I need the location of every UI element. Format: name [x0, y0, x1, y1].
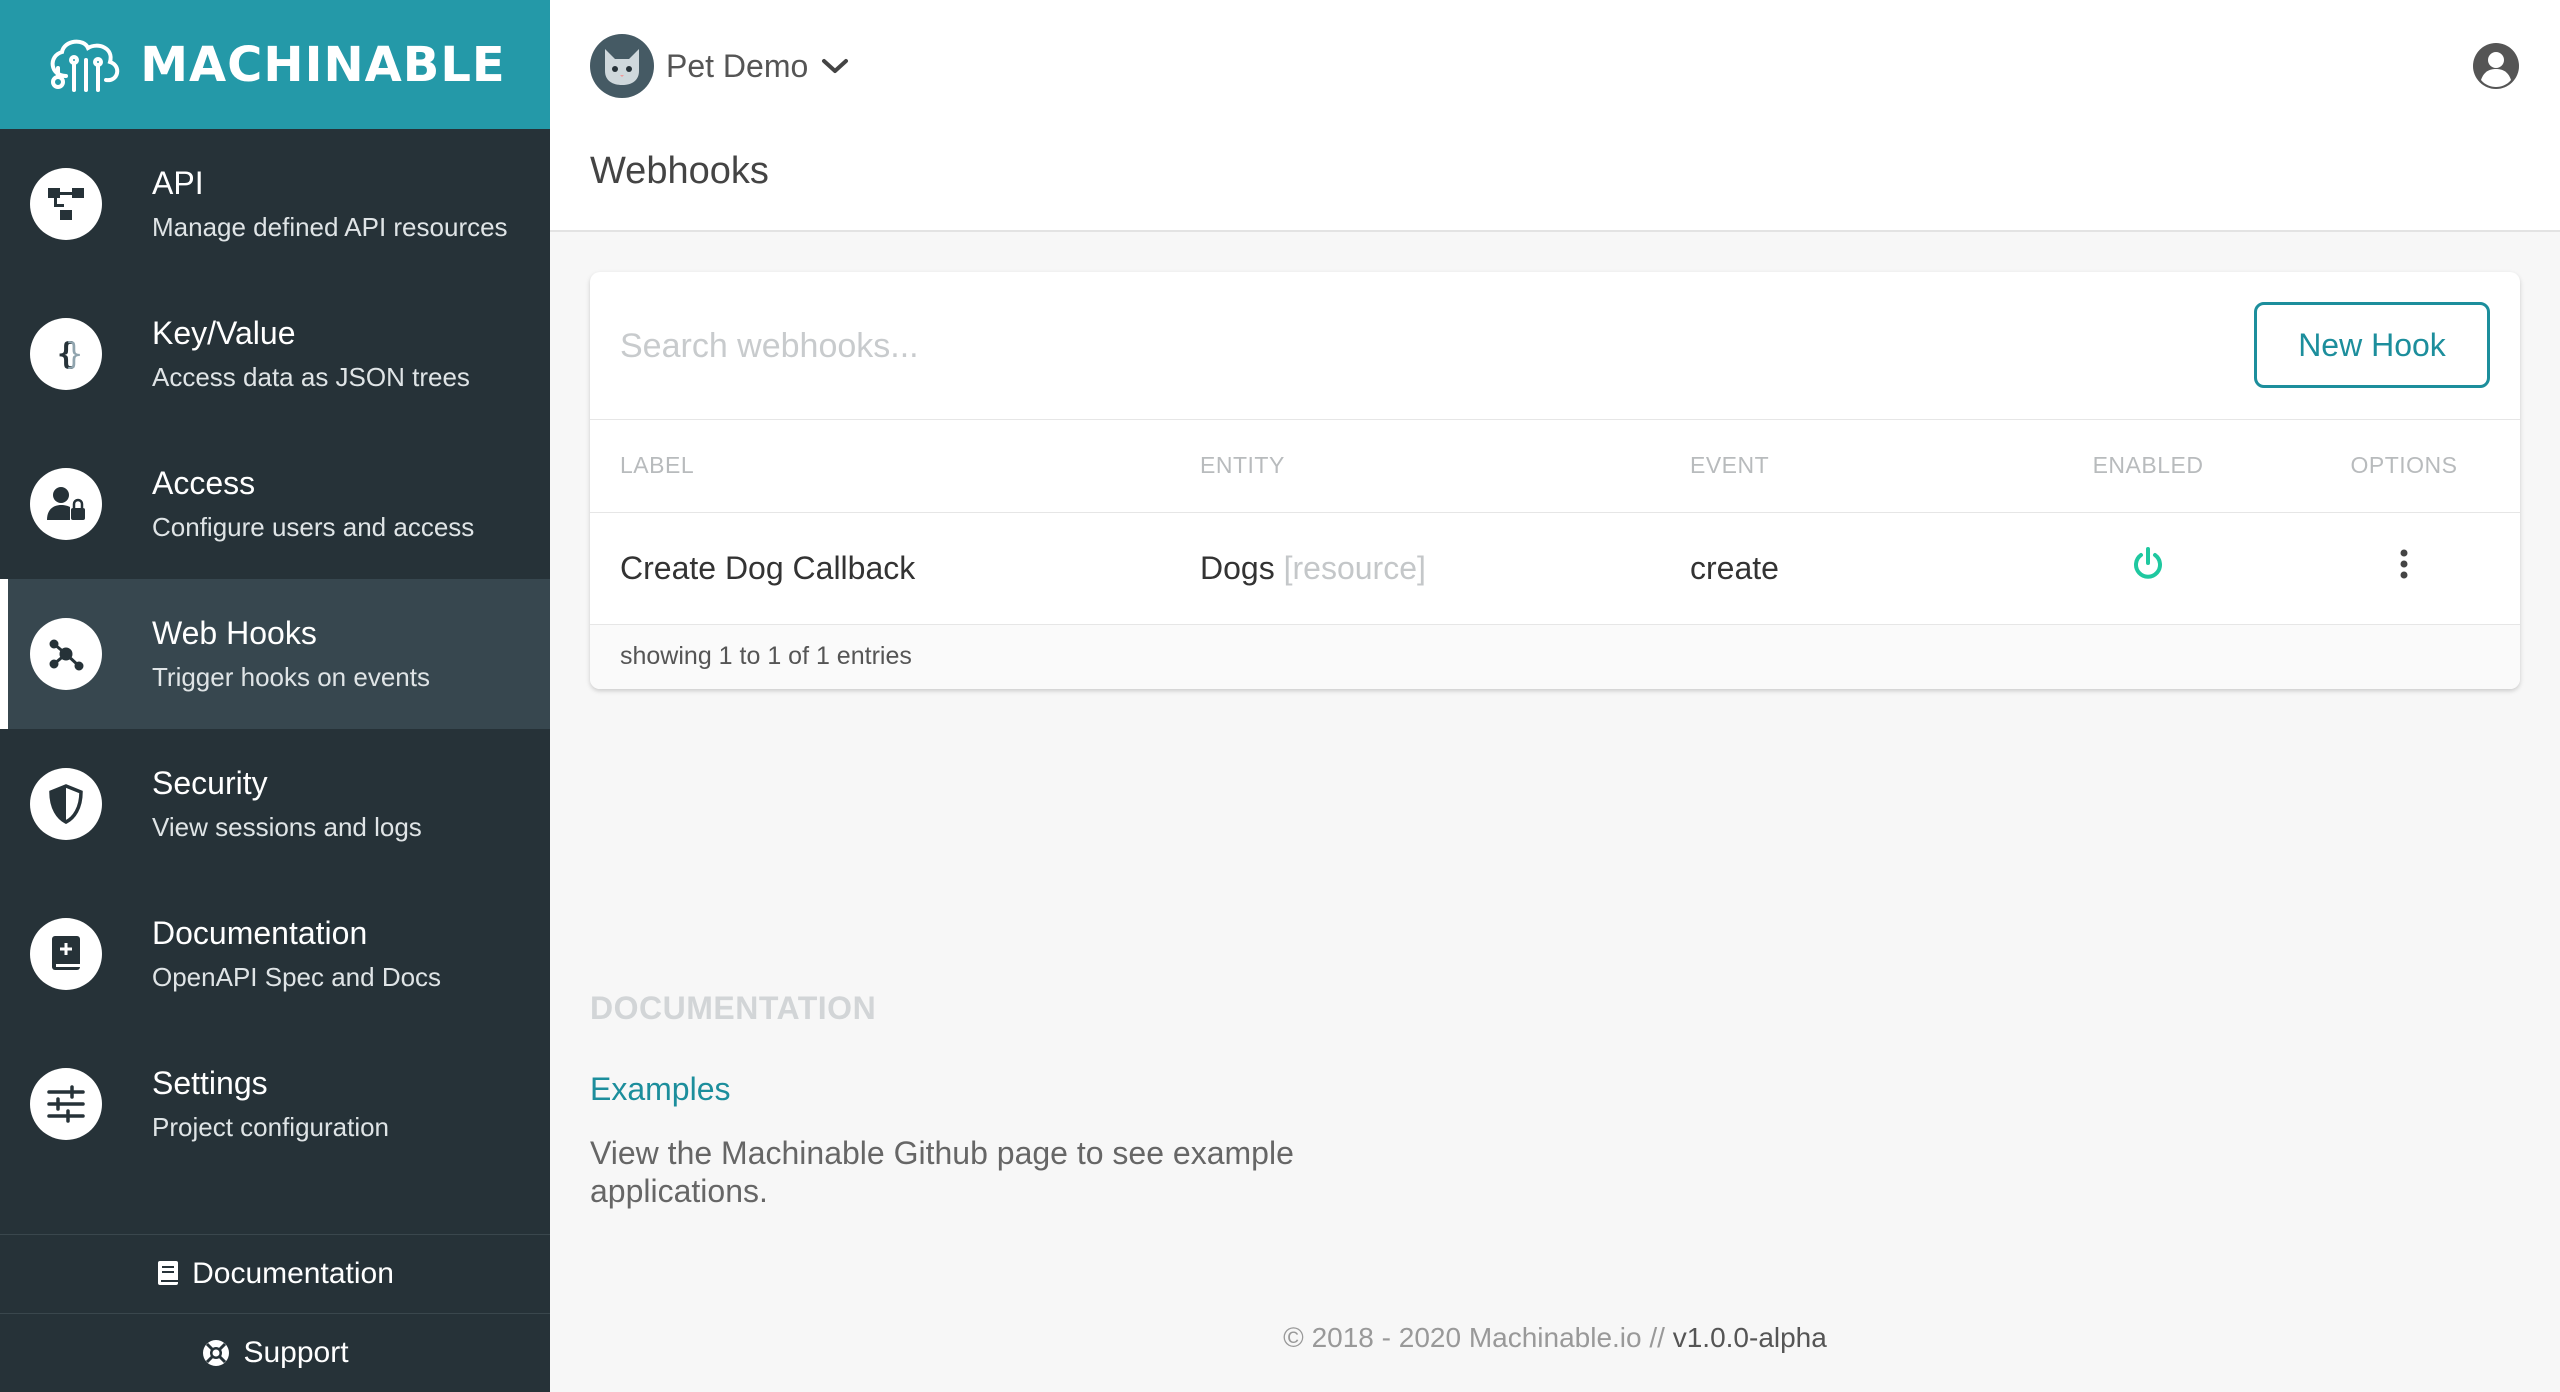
shield-icon — [30, 768, 102, 840]
examples-link[interactable]: Examples — [590, 1071, 731, 1108]
hook-options — [2288, 511, 2520, 625]
sidebar-item-documentation[interactable]: Documentation OpenAPI Spec and Docs — [0, 879, 550, 1029]
webhooks-table: LABEL ENTITY EVENT ENABLED OPTIONS Creat… — [590, 420, 2520, 625]
project-avatar — [590, 34, 654, 98]
sliders-icon — [30, 1068, 102, 1140]
braces-icon: {} — [30, 318, 102, 390]
chevron-down-icon — [822, 59, 849, 73]
documentation-link-label: Documentation — [192, 1257, 394, 1290]
column-header-enabled[interactable]: ENABLED — [2008, 420, 2288, 512]
brand-name: MACHINABLE — [140, 36, 506, 93]
sidebar-item-key-value[interactable]: {} Key/Value Access data as JSON trees — [0, 279, 550, 429]
documentation-section: DOCUMENTATION Examples View the Machinab… — [590, 990, 1390, 1210]
sidebar-item-web-hooks[interactable]: Web Hooks Trigger hooks on events — [0, 579, 550, 729]
sidebar: MACHINABLE API Manage defined API resour… — [0, 0, 550, 1392]
support-link[interactable]: Support — [0, 1313, 550, 1392]
table-entries-info: showing 1 to 1 of 1 entries — [590, 624, 2520, 689]
user-account-icon[interactable] — [2472, 42, 2520, 90]
sidebar-item-api[interactable]: API Manage defined API resources — [0, 129, 550, 279]
life-ring-icon — [203, 1340, 230, 1366]
sidebar-item-subtitle: OpenAPI Spec and Docs — [152, 962, 442, 992]
documentation-description: View the Machinable Github page to see e… — [590, 1135, 1294, 1209]
book-icon — [30, 918, 102, 990]
webhooks-card: New Hook LABEL ENTITY EVENT ENABLED OPTI… — [590, 272, 2520, 689]
book-icon — [158, 1261, 179, 1285]
support-link-label: Support — [243, 1336, 349, 1369]
sidebar-footer: Documentation Support — [0, 1234, 550, 1392]
hook-label: Create Dog Callback — [590, 511, 1200, 625]
sidebar-item-subtitle: Project configuration — [152, 1112, 390, 1142]
machinable-logo-icon — [51, 39, 120, 92]
brand-logo[interactable]: MACHINABLE — [0, 0, 550, 129]
main-content: Pet Demo Webhooks New Hook LABEL ENTITY … — [550, 0, 2560, 1392]
sidebar-item-title: Security — [152, 765, 268, 801]
copyright-text: © 2018 - 2020 Machinable.io // — [1283, 1322, 1673, 1353]
copyright: © 2018 - 2020 Machinable.io // v1.0.0-al… — [550, 1322, 2560, 1354]
sidebar-item-title: Access — [152, 465, 256, 501]
sidebar-item-title: Documentation — [152, 915, 368, 951]
webhook-icon — [30, 618, 102, 690]
sidebar-item-title: Web Hooks — [152, 615, 317, 651]
sidebar-item-title: Settings — [152, 1065, 268, 1101]
sidebar-item-security[interactable]: Security View sessions and logs — [0, 729, 550, 879]
column-header-label[interactable]: LABEL — [590, 420, 1200, 512]
sidebar-item-subtitle: Access data as JSON trees — [152, 362, 470, 392]
project-selector[interactable]: Pet Demo — [590, 34, 850, 98]
user-lock-icon — [30, 468, 102, 540]
sidebar-item-settings[interactable]: Settings Project configuration — [0, 1029, 550, 1179]
documentation-link[interactable]: Documentation — [0, 1234, 550, 1313]
search-input[interactable] — [620, 316, 2120, 376]
page-title: Webhooks — [590, 150, 769, 192]
column-header-options: OPTIONS — [2350, 452, 2458, 479]
sidebar-item-subtitle: Trigger hooks on events — [152, 662, 430, 692]
new-hook-button[interactable]: New Hook — [2254, 302, 2490, 388]
hook-event: create — [1690, 511, 2008, 625]
documentation-heading: DOCUMENTATION — [590, 990, 877, 1026]
hook-enabled — [2008, 511, 2288, 625]
cat-icon — [605, 49, 639, 85]
more-vertical-icon[interactable] — [2398, 548, 2410, 580]
sidebar-item-subtitle: Configure users and access — [152, 512, 475, 542]
sidebar-item-title: Key/Value — [152, 315, 296, 351]
table-row[interactable]: Create Dog Callback Dogs [resource] crea… — [590, 511, 2520, 625]
sidebar-item-access[interactable]: Access Configure users and access — [0, 429, 550, 579]
sidebar-nav: API Manage defined API resources {} Key/… — [0, 129, 550, 1179]
column-header-entity[interactable]: ENTITY — [1200, 420, 1690, 512]
top-bar: Pet Demo Webhooks — [550, 0, 2560, 232]
svg-text:}: } — [65, 337, 83, 372]
project-name: Pet Demo — [666, 47, 809, 84]
search-row: New Hook — [590, 272, 2520, 420]
column-header-event[interactable]: EVENT — [1690, 420, 2008, 512]
power-icon[interactable] — [2131, 546, 2165, 582]
sidebar-item-title: API — [152, 165, 204, 201]
table-header-row: LABEL ENTITY EVENT ENABLED OPTIONS — [590, 420, 2520, 512]
hook-entity-type: [resource] — [1283, 549, 1426, 586]
api-icon — [30, 168, 102, 240]
hook-entity: Dogs [resource] — [1200, 511, 1690, 625]
sidebar-item-subtitle: Manage defined API resources — [152, 212, 508, 242]
version-text: v1.0.0-alpha — [1672, 1322, 1827, 1353]
hook-entity-name: Dogs — [1200, 549, 1275, 586]
sidebar-item-subtitle: View sessions and logs — [152, 812, 422, 842]
